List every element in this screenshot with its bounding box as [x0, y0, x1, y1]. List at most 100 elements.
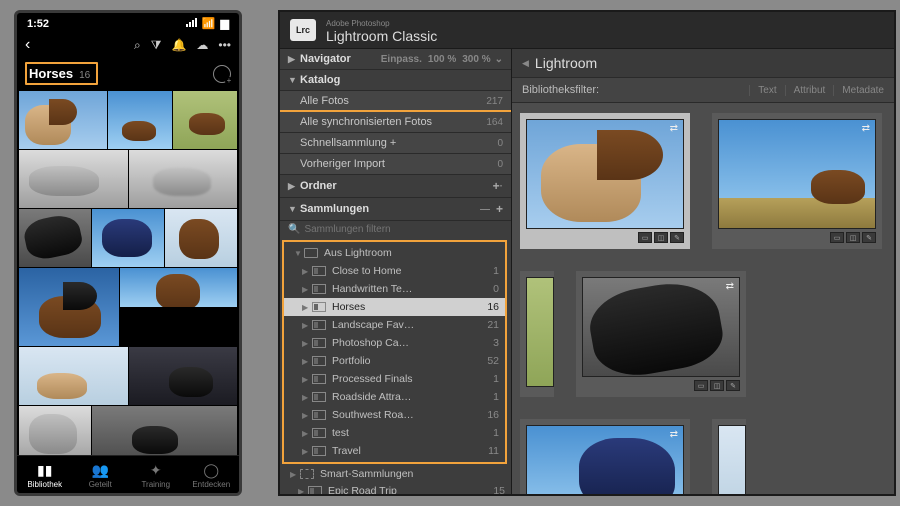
collection-item[interactable]: ▶Landscape Fav…21 — [284, 316, 505, 334]
photo-thumb[interactable] — [120, 268, 237, 307]
navigator-header[interactable]: ▶ Navigator Einpass. 100 % 300 % ⌄ — [280, 49, 511, 70]
edits-icon[interactable]: ✎ — [862, 232, 876, 243]
collection-filter-input[interactable] — [304, 224, 503, 235]
chevron-left-icon[interactable]: ◀ — [522, 58, 529, 69]
collection-label: Close to Home — [332, 265, 477, 277]
filter-icon[interactable]: ⧩ — [151, 38, 162, 53]
tab-bibliothek[interactable]: ▮▮Bibliothek — [17, 462, 73, 489]
flag-icon[interactable]: ▭ — [638, 232, 652, 243]
collection-label: Roadside Attra… — [332, 391, 477, 403]
tab-training[interactable]: ✦Training — [128, 462, 184, 489]
cloud-icon[interactable]: ☁ — [196, 38, 208, 52]
ordner-label: Ordner — [300, 180, 487, 192]
collection-icon — [312, 374, 326, 384]
tab-entdecken[interactable]: ◯Entdecken — [184, 462, 240, 489]
sammlungen-header[interactable]: ▼ Sammlungen — + — [280, 198, 511, 221]
filter-metadata[interactable]: Metadate — [833, 85, 884, 96]
module-picker[interactable]: ◀ Lightroom — [512, 49, 894, 78]
collection-item[interactable]: ▶test1 — [284, 424, 505, 442]
grid-cell[interactable]: ⇄ ▭◫✎ — [712, 113, 882, 249]
collection-folder[interactable]: ▶ Smart-Sammlungen — [280, 466, 511, 482]
filter-text[interactable]: Text — [749, 85, 776, 96]
collection-icon — [312, 338, 326, 348]
bell-icon[interactable]: 🔔 — [171, 38, 186, 52]
nav-opt[interactable]: 300 % — [462, 54, 490, 65]
photo-thumb[interactable] — [92, 406, 237, 455]
grid-cell[interactable] — [712, 419, 746, 494]
flag-icon[interactable]: ▭ — [694, 380, 708, 391]
add-person-icon[interactable] — [213, 65, 231, 83]
tab-geteilt[interactable]: 👥Geteilt — [73, 462, 129, 489]
flag-icon[interactable]: ▭ — [830, 232, 844, 243]
katalog-item[interactable]: Vorheriger Import0 — [280, 154, 511, 175]
katalog-item-count: 0 — [497, 138, 503, 149]
grid-cell[interactable] — [520, 271, 554, 397]
status-bar: 1:52 📶 ▆ — [17, 13, 239, 32]
collection-item[interactable]: ▶Handwritten Te…0 — [284, 280, 505, 298]
photo-thumb[interactable] — [129, 150, 238, 208]
photo-thumb[interactable] — [19, 347, 128, 405]
collection-icon — [312, 320, 326, 330]
photo-thumb[interactable] — [19, 406, 91, 455]
plus-icon[interactable]: + — [493, 179, 500, 193]
photo-thumb[interactable] — [19, 150, 128, 208]
crop-icon[interactable]: ◫ — [654, 232, 668, 243]
crop-icon[interactable]: ◫ — [846, 232, 860, 243]
photo-thumb[interactable] — [108, 91, 172, 149]
crop-icon[interactable]: ◫ — [710, 380, 724, 391]
search-icon[interactable]: ⌕ — [134, 38, 141, 53]
collection-icon — [312, 392, 326, 402]
collection-icon — [312, 446, 326, 456]
katalog-item-count: 164 — [486, 117, 503, 128]
photo-thumb[interactable] — [129, 347, 238, 405]
collection-item[interactable]: ▶Close to Home1 — [284, 262, 505, 280]
collection-item[interactable]: ▶Epic Road Trip15 — [280, 482, 511, 494]
collection-item[interactable]: ▶Horses16 — [284, 298, 505, 316]
katalog-item-count: 0 — [497, 159, 503, 170]
grid-cell[interactable]: ⇄ ▭◫✎ — [520, 113, 690, 249]
chevron-right-icon: ▶ — [302, 267, 312, 276]
collection-label: Portfolio — [332, 355, 477, 367]
collection-item[interactable]: ▶Photoshop Ca…3 — [284, 334, 505, 352]
collection-icon — [312, 410, 326, 420]
chevron-right-icon: ▶ — [302, 303, 312, 312]
edits-icon[interactable]: ✎ — [670, 232, 684, 243]
collection-item[interactable]: ▶Roadside Attra…1 — [284, 388, 505, 406]
photo-thumb[interactable] — [165, 209, 237, 267]
collection-item[interactable]: ▶Southwest Roa…16 — [284, 406, 505, 424]
collection-item[interactable]: ▶Travel11 — [284, 442, 505, 460]
collection-count: 3 — [477, 337, 499, 349]
photo-thumb[interactable] — [19, 209, 91, 267]
katalog-header[interactable]: ▼ Katalog — [280, 70, 511, 91]
tab-icon: 👥 — [92, 462, 109, 478]
katalog-item[interactable]: Schnellsammlung +0 — [280, 133, 511, 154]
katalog-item[interactable]: Alle Fotos217 — [280, 91, 511, 112]
photo-thumb[interactable] — [173, 91, 237, 149]
ordner-header[interactable]: ▶ Ordner + · — [280, 175, 511, 198]
katalog-item[interactable]: Alle synchronisierten Fotos164 — [280, 112, 511, 133]
collection-count: 0 — [477, 283, 499, 295]
collection-folder[interactable]: ▼ Aus Lightroom — [284, 244, 505, 262]
sync-icon: ⇄ — [670, 429, 679, 440]
chevron-right-icon: ▶ — [302, 447, 312, 456]
photo-thumb[interactable] — [92, 209, 164, 267]
plus-icon[interactable]: + — [496, 202, 503, 216]
edits-icon[interactable]: ✎ — [726, 380, 740, 391]
nav-opt[interactable]: Einpass. — [381, 54, 422, 65]
nav-opt[interactable]: 100 % — [428, 54, 456, 65]
collection-item[interactable]: ▶Processed Finals1 — [284, 370, 505, 388]
photo-thumb[interactable] — [19, 268, 119, 346]
sync-icon: ⇄ — [862, 123, 871, 134]
minus-icon[interactable]: — — [480, 204, 490, 215]
chevron-down-icon[interactable]: ⌄ — [495, 54, 503, 65]
more-icon[interactable]: ••• — [218, 38, 231, 52]
collection-item[interactable]: ▶Portfolio52 — [284, 352, 505, 370]
grid-cell[interactable]: ⇄ ▭◫✎ — [520, 419, 690, 494]
tab-label: Bibliothek — [27, 480, 62, 489]
left-panel: ▶ Navigator Einpass. 100 % 300 % ⌄ ▼ Kat… — [280, 49, 512, 494]
back-button[interactable]: ‹ — [25, 36, 30, 54]
grid-cell[interactable]: ⇄ ▭◫✎ — [576, 271, 746, 397]
photo-thumb[interactable] — [19, 91, 107, 149]
filter-attribute[interactable]: Attribut — [785, 85, 826, 96]
folder-label: Smart-Sammlungen — [320, 468, 505, 480]
